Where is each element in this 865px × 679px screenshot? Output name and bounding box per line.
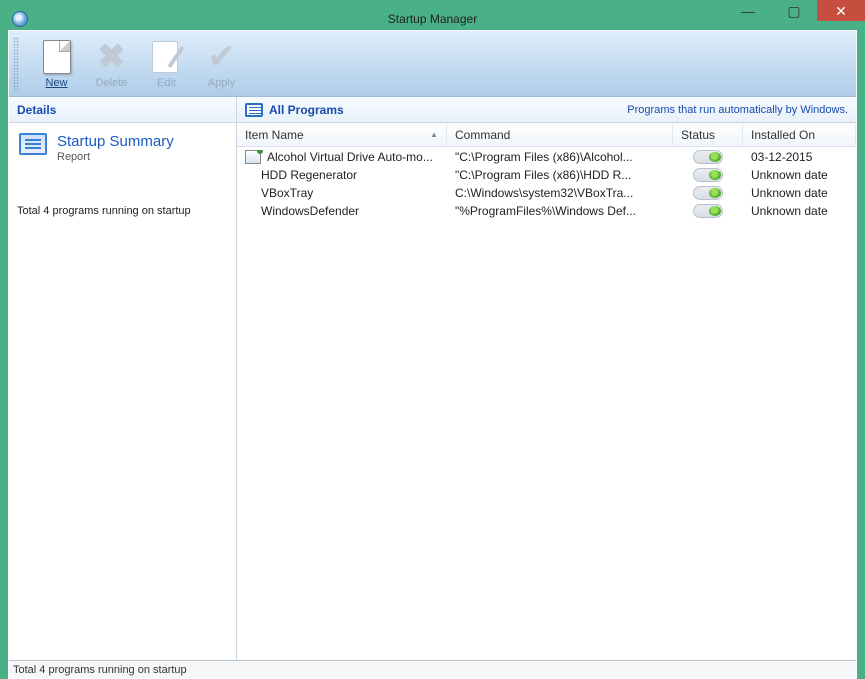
- cell-item-name: VBoxTray: [237, 186, 447, 200]
- window-controls: — ▢ ✕: [725, 0, 865, 21]
- cell-command: C:\Windows\system32\VBoxTra...: [447, 186, 673, 200]
- titlebar[interactable]: Startup Manager — ▢ ✕: [8, 8, 857, 30]
- program-icon: [245, 150, 261, 164]
- cell-item-name: WindowsDefender: [237, 204, 447, 218]
- table-header: Item Name ▲ Command Status Installed On: [237, 123, 856, 147]
- edit-button[interactable]: Edit: [139, 34, 194, 94]
- col-installed[interactable]: Installed On: [743, 123, 856, 146]
- table-row[interactable]: VBoxTrayC:\Windows\system32\VBoxTra... Un…: [237, 183, 856, 201]
- main-header-hint: Programs that run automatically by Windo…: [627, 104, 848, 116]
- content-area: Details Startup Summary Report Total 4 p…: [9, 97, 856, 660]
- new-button[interactable]: New: [29, 34, 84, 94]
- apply-button[interactable]: ✔ Apply: [194, 34, 249, 94]
- status-toggle[interactable]: [693, 168, 723, 182]
- cell-installed: 03-12-2015: [743, 150, 856, 164]
- table-row[interactable]: WindowsDefender"%ProgramFiles%\Windows D…: [237, 201, 856, 219]
- cell-status: [673, 186, 743, 200]
- summary-icon: [19, 133, 47, 155]
- cell-item-name: Alcohol Virtual Drive Auto-mo...: [237, 150, 447, 164]
- status-toggle[interactable]: [693, 186, 723, 200]
- sidebar-header: Details: [9, 97, 236, 123]
- toolbar: New ✖ Delete Edit ✔ Apply: [9, 31, 856, 97]
- cell-installed: Unknown date: [743, 204, 856, 218]
- col-status[interactable]: Status: [673, 123, 743, 146]
- main-panel: All Programs Programs that run automatic…: [237, 97, 856, 660]
- cell-command: "%ProgramFiles%\Windows Def...: [447, 204, 673, 218]
- maximize-button[interactable]: ▢: [771, 0, 817, 21]
- status-toggle[interactable]: [693, 150, 723, 164]
- status-text: Total 4 programs running on startup: [13, 664, 187, 676]
- table-row[interactable]: Alcohol Virtual Drive Auto-mo..."C:\Prog…: [237, 147, 856, 165]
- col-item-name[interactable]: Item Name ▲: [237, 123, 447, 146]
- summary-title: Startup Summary: [57, 133, 174, 150]
- new-label: New: [45, 77, 67, 89]
- apply-icon: ✔: [204, 39, 240, 75]
- delete-label: Delete: [96, 77, 128, 89]
- cell-status: [673, 150, 743, 164]
- app-icon: [12, 11, 28, 27]
- table-body: Alcohol Virtual Drive Auto-mo..."C:\Prog…: [237, 147, 856, 660]
- window-frame: Startup Manager — ▢ ✕ New ✖ Delete Edit: [0, 0, 865, 679]
- close-button[interactable]: ✕: [817, 0, 865, 21]
- window-title: Startup Manager: [388, 12, 477, 26]
- main-header: All Programs Programs that run automatic…: [237, 97, 856, 123]
- client-area: New ✖ Delete Edit ✔ Apply Details: [8, 30, 857, 679]
- apply-label: Apply: [208, 77, 236, 89]
- sort-indicator-icon: ▲: [430, 130, 438, 139]
- delete-icon: ✖: [94, 39, 130, 75]
- cell-item-name: HDD Regenerator: [237, 168, 447, 182]
- col-command[interactable]: Command: [447, 123, 673, 146]
- table-row[interactable]: HDD Regenerator"C:\Program Files (x86)\H…: [237, 165, 856, 183]
- sidebar-status: Total 4 programs running on startup: [9, 169, 236, 225]
- status-toggle[interactable]: [693, 204, 723, 218]
- edit-icon: [149, 39, 185, 75]
- cell-command: "C:\Program Files (x86)\HDD R...: [447, 168, 673, 182]
- new-doc-icon: [39, 39, 75, 75]
- sidebar: Details Startup Summary Report Total 4 p…: [9, 97, 237, 660]
- summary-sub: Report: [57, 151, 174, 163]
- status-bar: Total 4 programs running on startup: [9, 660, 856, 678]
- main-header-title: All Programs: [269, 103, 344, 117]
- cell-installed: Unknown date: [743, 186, 856, 200]
- toolbar-grip[interactable]: [13, 37, 19, 91]
- edit-label: Edit: [157, 77, 176, 89]
- programs-icon: [245, 103, 263, 117]
- cell-status: [673, 204, 743, 218]
- cell-command: "C:\Program Files (x86)\Alcohol...: [447, 150, 673, 164]
- minimize-button[interactable]: —: [725, 0, 771, 21]
- cell-installed: Unknown date: [743, 168, 856, 182]
- sidebar-item-summary[interactable]: Startup Summary Report: [9, 123, 236, 169]
- cell-status: [673, 168, 743, 182]
- delete-button[interactable]: ✖ Delete: [84, 34, 139, 94]
